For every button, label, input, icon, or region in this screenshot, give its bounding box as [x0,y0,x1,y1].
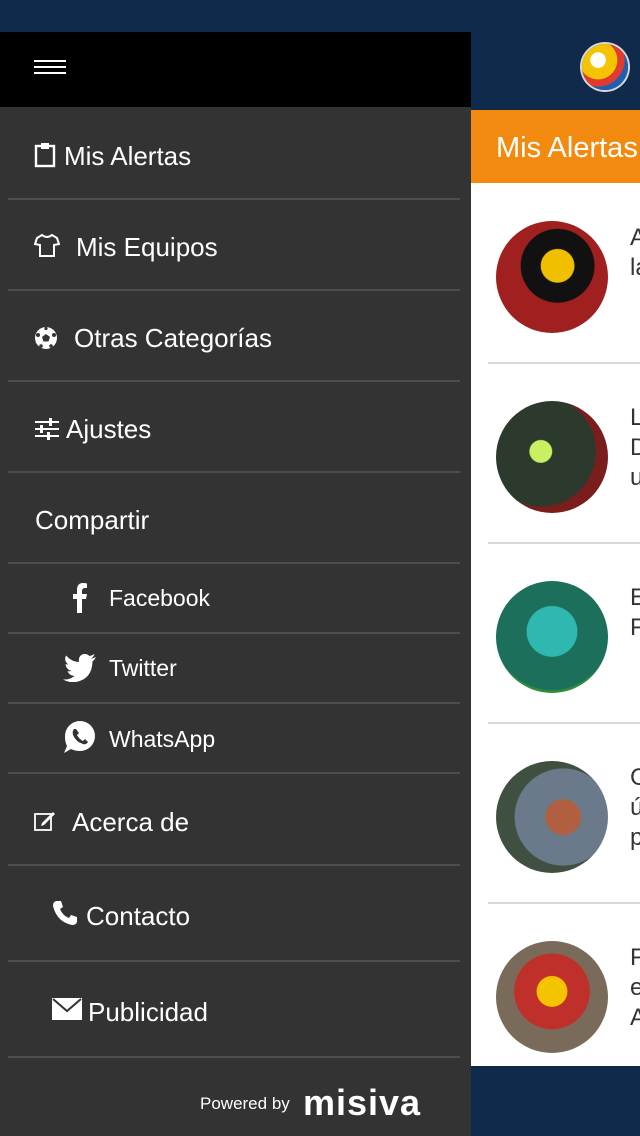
feed-text: LDu [630,404,640,491]
menu-item-otras-categorias[interactable]: Otras Categorías [8,291,460,382]
menu-item-compartir[interactable]: Compartir [8,473,460,564]
feed-text: EF [630,584,640,641]
drawer-header [0,32,471,107]
feed-thumbnail [496,221,608,333]
status-bar [0,0,640,32]
menu-item-label: Contacto [86,901,191,931]
feed-thumbnail [496,401,608,513]
mail-icon [52,998,82,1024]
clipboard-icon [34,142,56,172]
menu-item-twitter[interactable]: Twitter [8,634,460,704]
twitter-icon [63,653,97,686]
section-title: Mis Alertas [496,132,638,164]
misiva-logo: misiva [303,1082,422,1123]
whatsapp-icon [63,720,97,758]
menu-item-label: Facebook [109,585,211,611]
phone-icon [52,900,78,930]
menu-item-label: Publicidad [88,997,208,1027]
hamburger-menu-icon[interactable] [34,60,66,78]
feed-text: Cúp [630,764,640,851]
feed-item[interactable]: Ala [488,183,640,364]
menu-item-label: Ajustes [66,414,152,444]
feed-text: FeA [630,944,640,1031]
app-logo-icon [582,44,628,90]
menu-item-label: Twitter [109,655,177,681]
navigation-drawer: Mis Alertas Mis Equipos Otras Categorías… [0,32,471,1136]
feed-thumbnail [496,581,608,693]
menu-item-acerca-de[interactable]: Acerca de [8,774,460,866]
feed-item[interactable]: LDu [488,363,640,544]
menu-item-mis-equipos[interactable]: Mis Equipos [8,200,460,291]
menu-item-whatsapp[interactable]: WhatsApp [8,704,460,774]
menu-item-ajustes[interactable]: Ajustes [8,382,460,473]
menu-item-label: WhatsApp [109,726,216,752]
menu-item-label: Mis Alertas [64,141,192,171]
feed-thumbnail [496,761,608,873]
shirt-icon [33,233,61,261]
menu-item-label: Acerca de [72,807,190,837]
feed-item[interactable]: Cúp [488,723,640,904]
menu-item-label: Otras Categorías [74,323,272,353]
feed-item[interactable]: FeA [488,903,640,1084]
feed-thumbnail [496,941,608,1053]
soccer-ball-icon [34,326,58,354]
sliders-icon [34,418,60,444]
feed-item[interactable]: EF [488,543,640,724]
feed-text: Ala [630,224,640,281]
menu-item-mis-alertas[interactable]: Mis Alertas [8,108,460,200]
menu-item-label: Mis Equipos [76,232,218,262]
menu-item-label: Compartir [35,505,150,535]
menu-item-publicidad[interactable]: Publicidad [8,962,460,1058]
facebook-icon [72,583,88,617]
edit-icon [34,810,56,836]
menu-item-facebook[interactable]: Facebook [8,564,460,634]
menu-item-contacto[interactable]: Contacto [8,866,460,962]
powered-by-label: Powered by [200,1094,290,1113]
